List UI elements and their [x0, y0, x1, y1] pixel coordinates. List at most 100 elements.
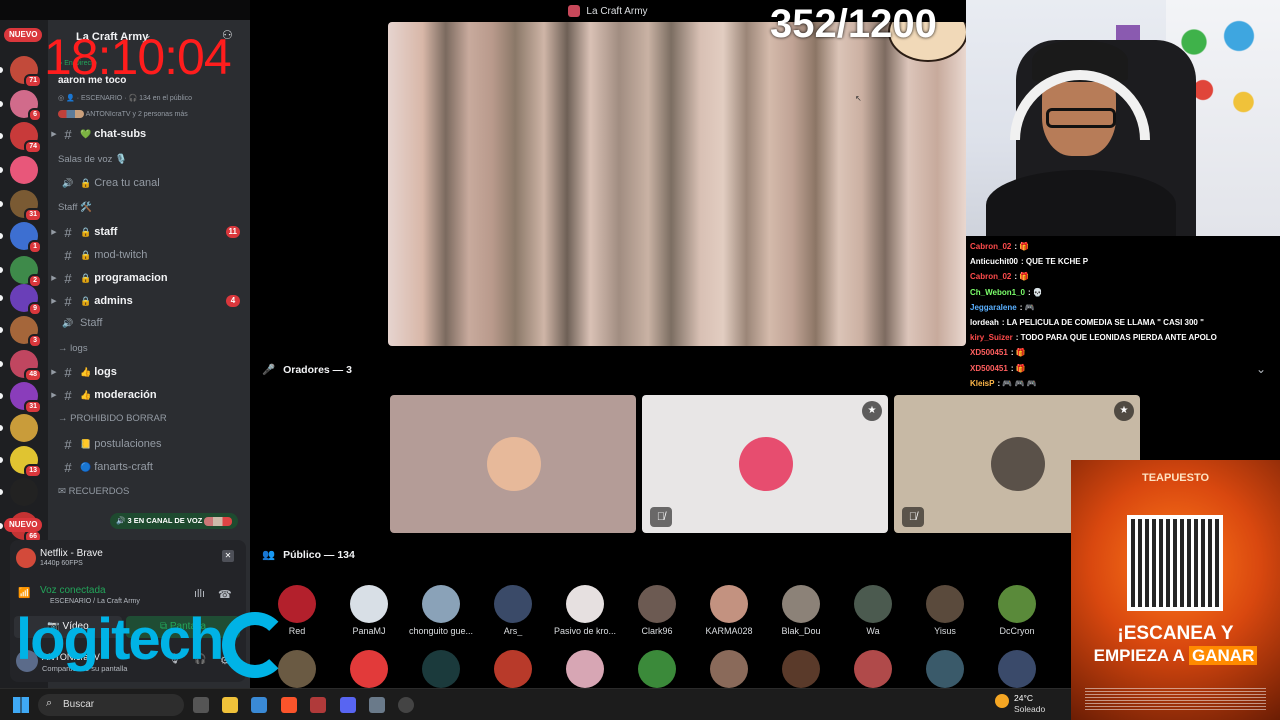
taskbar-search[interactable]: ⌕ Buscar — [38, 694, 184, 716]
channel-category[interactable]: Salas de voz 🎙️ — [58, 154, 127, 165]
close-activity-icon[interactable]: ✕ — [222, 550, 234, 562]
audience-member[interactable] — [909, 650, 981, 688]
audience-member[interactable]: chonguito gue... — [405, 585, 477, 636]
server-badge: 13 — [24, 464, 42, 478]
qr-code — [1127, 515, 1223, 611]
avatar — [710, 585, 748, 623]
voice-status[interactable]: Voz conectada — [40, 585, 106, 596]
channel-admins[interactable]: ▶ # 🔒 admins 4 — [48, 290, 250, 312]
channel-category[interactable]: ✉ RECUERDOS — [58, 486, 129, 497]
speaker-tile[interactable]: 🎙̸ ★ — [642, 395, 888, 533]
server-icon[interactable]: 31 — [10, 190, 42, 222]
server-icon[interactable]: 9 — [10, 284, 42, 316]
server-icon[interactable]: 1 — [10, 222, 42, 254]
audience-member[interactable]: Red — [261, 585, 333, 636]
channel-emoji-icon: 🔵 — [80, 461, 92, 472]
mention-badge: 4 — [226, 295, 240, 307]
server-icon[interactable] — [10, 156, 38, 184]
discord-icon[interactable] — [340, 697, 356, 713]
audience-member[interactable]: DcCryon — [981, 585, 1053, 636]
server-icon[interactable]: 13 — [10, 446, 42, 478]
server-icon[interactable]: 31 — [10, 382, 42, 414]
server-icon[interactable]: 3 — [10, 316, 42, 348]
app-icon[interactable] — [310, 697, 326, 713]
soundboard-icon[interactable]: ıllı — [194, 588, 205, 600]
channel-postulaciones[interactable]: # 📒 postulaciones — [48, 433, 250, 455]
server-icon[interactable]: 2 — [10, 256, 42, 288]
audience-member[interactable] — [693, 650, 765, 688]
audience-member[interactable] — [477, 650, 549, 688]
voice-channel[interactable]: ESCENARIO / La Craft Army — [50, 598, 140, 605]
channel-category[interactable]: → logs — [58, 343, 88, 354]
file-explorer-icon[interactable] — [222, 697, 238, 713]
screen-button[interactable]: ⧉ Pantalla — [126, 616, 240, 638]
audience-member[interactable] — [765, 650, 837, 688]
voice-pill[interactable]: 🔊 3 EN CANAL DE VOZ — [110, 513, 239, 529]
qr-pattern — [1131, 519, 1219, 607]
audience-member[interactable]: Yisus — [909, 585, 981, 636]
speaker-avatars — [58, 110, 84, 118]
channel-logs[interactable]: ▶ # 👍 logs — [48, 361, 250, 383]
settings-icon[interactable] — [369, 697, 385, 713]
audience-member[interactable]: PanaMJ — [333, 585, 405, 636]
chat-username: lordeah — [970, 318, 999, 327]
chat-username: KleisP — [970, 378, 995, 388]
weather-temp[interactable]: 24°C — [1014, 693, 1033, 703]
store-icon[interactable] — [251, 697, 267, 713]
windows-start-icon[interactable] — [13, 697, 29, 713]
weather-desc[interactable]: Soleado — [1014, 704, 1045, 714]
server-badge: 3 — [28, 334, 42, 348]
channel-staff[interactable]: 🔊 Staff — [48, 312, 250, 334]
user-avatar[interactable] — [16, 650, 38, 672]
server-icon[interactable]: 71 — [10, 56, 42, 88]
audience-member[interactable]: Blak_Dou — [765, 585, 837, 636]
video-button[interactable]: 📷 Vídeo — [14, 616, 122, 638]
channel-chat-subs[interactable]: ▶ # 💚 chat-subs — [48, 123, 250, 145]
task-view-icon[interactable] — [193, 697, 209, 713]
audience-member[interactable] — [549, 650, 621, 688]
audience-member[interactable]: Wa — [837, 585, 909, 636]
nuevo-badge-top[interactable]: NUEVO — [4, 28, 43, 42]
hash-icon: # — [64, 126, 72, 142]
audience-member[interactable] — [333, 650, 405, 688]
server-icon[interactable] — [10, 478, 38, 506]
hash-icon: # — [64, 224, 72, 240]
channel-mod-twitch[interactable]: # 🔒 mod-twitch — [48, 244, 250, 266]
brave-browser-icon[interactable] — [281, 697, 297, 713]
speaker-tile[interactable] — [390, 395, 636, 533]
audience-member[interactable] — [405, 650, 477, 688]
audience-member[interactable]: Pasivo de kro... — [549, 585, 621, 636]
nuevo-badge-bottom[interactable]: NUEVO — [4, 518, 43, 532]
settings-gear-icon[interactable]: ⚙ — [220, 654, 230, 667]
audience-member[interactable] — [621, 650, 693, 688]
channel-category[interactable]: Staff 🛠️ — [58, 202, 92, 213]
channel-category[interactable]: → PROHIBIDO BORRAR — [58, 413, 167, 424]
chat-username: Anticuchit00 — [970, 257, 1019, 267]
lock-icon: 🔒 — [80, 272, 92, 283]
screen-share-video[interactable]: ↖ — [388, 22, 966, 346]
headphones-icon[interactable]: 🎧 — [194, 654, 206, 665]
disconnect-icon[interactable]: ☎ — [218, 588, 232, 601]
audience-member[interactable]: Ars_ — [477, 585, 549, 636]
audience-member[interactable]: KARMA028 — [693, 585, 765, 636]
server-icon[interactable]: 74 — [10, 122, 42, 154]
audience-member[interactable] — [981, 650, 1053, 688]
mic-icon[interactable]: 🎙 — [168, 654, 181, 665]
audience-member[interactable] — [261, 650, 333, 688]
server-icon[interactable] — [10, 414, 38, 442]
chat-text: : 🎁 — [1014, 272, 1030, 282]
audience-header[interactable]: 👥 Público — 134 — [262, 548, 355, 561]
channel-moderaci-n[interactable]: ▶ # 👍 moderación — [48, 384, 250, 406]
github-icon[interactable] — [398, 697, 414, 713]
channel-programacion[interactable]: ▶ # 🔒 programacion — [48, 267, 250, 289]
server-icon[interactable]: 6 — [10, 90, 42, 122]
server-icon[interactable]: 48 — [10, 350, 42, 382]
channel-crea-tu-canal[interactable]: 🔊 🔒 Crea tu canal — [48, 172, 250, 194]
moderator-icon: ★ — [1114, 401, 1134, 421]
speakers-header[interactable]: 🎤 Oradores — 3 — [262, 363, 352, 376]
username[interactable]: ANTONIcraTV — [42, 652, 100, 662]
audience-member[interactable]: Clark96 — [621, 585, 693, 636]
channel-fanarts-craft[interactable]: # 🔵 fanarts-craft — [48, 456, 250, 478]
audience-member[interactable] — [837, 650, 909, 688]
channel-staff[interactable]: ▶ # 🔒 staff 11 — [48, 221, 250, 243]
